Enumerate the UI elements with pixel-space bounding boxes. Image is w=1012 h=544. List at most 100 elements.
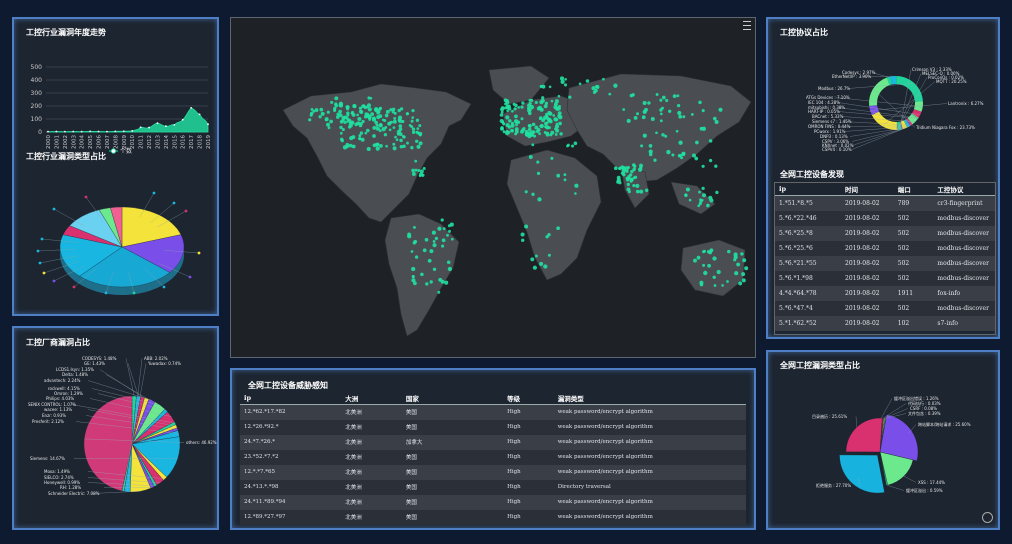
device-dot <box>626 165 630 170</box>
threat-row[interactable]: 12.*89.*27.*97 北美洲 美国 High weak password/enc… <box>240 509 746 525</box>
device-dot <box>734 271 739 276</box>
device-dot <box>405 112 410 116</box>
discovery-row[interactable]: 5.*6.*25.*8 2019-08-02 502 modbus-discover <box>775 225 995 241</box>
fullscreen-icon[interactable] <box>982 512 993 523</box>
device-dot <box>360 137 365 142</box>
threat-cell: weak password/encrypt algorithm <box>553 419 746 435</box>
vendor-label: Yuwadax: 0.74% <box>147 361 181 366</box>
threat-cell: 美国 <box>401 509 504 525</box>
threat-row[interactable]: 12.*.*7.*65 北美洲 美国 High weak password/encryp… <box>240 464 746 480</box>
device-dot <box>563 83 568 87</box>
device-dot <box>701 164 705 168</box>
device-dot <box>736 262 740 267</box>
device-dot <box>326 122 330 127</box>
device-dot <box>411 130 416 135</box>
industry-label-dot <box>52 279 56 283</box>
device-dot <box>358 137 362 141</box>
device-dot <box>701 186 705 191</box>
device-dot <box>416 127 420 130</box>
threat-row[interactable]: 23.*52.*7.*2 北美洲 美国 High weak password/encry… <box>240 449 746 465</box>
device-dot <box>740 252 744 256</box>
discovery-cell: 5.*6.*25.*6 <box>775 240 841 256</box>
device-dot <box>632 184 636 188</box>
discovery-cell: 5.*6.*21.*55 <box>775 255 841 271</box>
trend-x-tick: 2002 <box>63 135 69 149</box>
device-dot <box>699 282 704 287</box>
discovery-row[interactable]: 5.*6.*22.*46 2019-08-02 502 modbus-discover <box>775 210 995 226</box>
device-dot <box>520 238 525 243</box>
threat-cell: 美国 <box>401 464 504 480</box>
vendor-panel: 工控厂商漏洞占比 CODESYS: 1.48% GE: 1.43% LCDS1.Is… <box>12 326 219 530</box>
device-dot <box>630 178 634 182</box>
device-dot <box>671 153 675 157</box>
device-dot <box>557 111 562 116</box>
menu-icon[interactable] <box>743 21 751 30</box>
device-dot <box>534 125 539 130</box>
device-dot <box>371 117 377 122</box>
discovery-row[interactable]: 5.*1.*62.*52 2019-08-02 102 s7-info <box>775 315 995 331</box>
device-dot <box>537 105 543 111</box>
threat-row[interactable]: 12.*26.*92.* 北美洲 美国 High weak password/encry… <box>240 419 746 435</box>
discovery-row[interactable]: 5.*6.*1.*98 2019-08-02 502 modbus-discover <box>775 270 995 286</box>
discovery-cell: modbus-discover <box>933 210 995 226</box>
device-dot <box>432 267 437 271</box>
device-dot <box>535 129 540 134</box>
device-dot <box>647 101 651 105</box>
discovery-row[interactable]: 5.*6.*47.*4 2019-08-02 502 modbus-discover <box>775 300 995 316</box>
industry-title: 工控行业漏洞类型占比 <box>26 151 106 161</box>
device-dot <box>375 126 380 131</box>
vendor-pie: CODESYS: 1.48%GE: 1.43%LCDS1.Isyn: 1.35%… <box>28 356 217 496</box>
discovery-row[interactable]: 5.*6.*21.*55 2019-08-02 502 modbus-discover <box>775 255 995 271</box>
discovery-row[interactable]: 1.*51.*8.*5 2019-08-02 789 cr3-fingerprint <box>775 195 995 211</box>
device-dot <box>434 236 439 241</box>
device-dot <box>411 108 415 113</box>
device-dot <box>359 110 364 114</box>
device-dot <box>547 110 552 115</box>
vtype-label: 文件包含 : 0.39% <box>908 410 941 416</box>
device-dot <box>539 124 543 128</box>
device-dot <box>339 125 343 130</box>
device-dot <box>326 110 330 114</box>
device-dot <box>415 130 419 134</box>
device-dot <box>392 142 396 146</box>
device-dot <box>701 109 705 113</box>
device-dot <box>408 124 412 127</box>
device-dot <box>527 127 532 132</box>
threat-row[interactable]: 24.*11.*89.*94 北美洲 美国 High weak password/enc… <box>240 494 746 510</box>
threat-title: 全网工控设备威胁感知 <box>248 380 328 390</box>
device-dot <box>688 198 692 202</box>
device-dot <box>692 153 696 158</box>
device-dot <box>664 134 668 138</box>
vendor-label: Delta: 1.48% <box>62 372 88 377</box>
trend-point <box>156 122 159 125</box>
device-dot <box>566 143 570 147</box>
threat-cell: High <box>503 479 554 495</box>
device-dot <box>629 173 633 177</box>
device-dot <box>648 144 653 148</box>
device-dot <box>585 79 590 83</box>
trend-x-tick: 2010 <box>130 135 136 149</box>
device-dot <box>672 94 677 98</box>
discovery-row[interactable]: 5.*6.*25.*6 2019-08-02 502 modbus-discover <box>775 240 995 256</box>
device-dot <box>532 130 536 134</box>
threat-header-cell: 等级 <box>503 392 554 405</box>
device-dot <box>546 131 549 135</box>
device-dot <box>379 123 383 128</box>
device-dot <box>573 141 578 146</box>
discovery-cell: 4.*4.*64.*78 <box>775 285 841 301</box>
threat-row[interactable]: 24.*7.*26.* 北美洲 加拿大 High weak password/encry… <box>240 434 746 450</box>
device-dot <box>372 134 376 138</box>
threat-row[interactable]: 12.*62.*17.*82 北美洲 美国 High weak password/enc… <box>240 404 746 420</box>
device-dot <box>550 156 554 160</box>
device-dot <box>544 121 548 126</box>
discovery-row[interactable]: 4.*4.*64.*78 2019-08-02 1911 fox-info <box>775 285 995 301</box>
threat-row[interactable]: 24.*13.*.*98 北美洲 美国 High Directory traversal <box>240 479 746 495</box>
device-dot <box>366 146 371 152</box>
threat-header-cell: 国家 <box>401 392 504 405</box>
vtype-pie-slice <box>845 417 883 453</box>
device-dot <box>411 278 416 283</box>
trend-legend: 个数 <box>120 147 132 155</box>
device-dot <box>441 238 446 243</box>
device-dot <box>411 172 416 176</box>
device-dot <box>661 95 666 100</box>
